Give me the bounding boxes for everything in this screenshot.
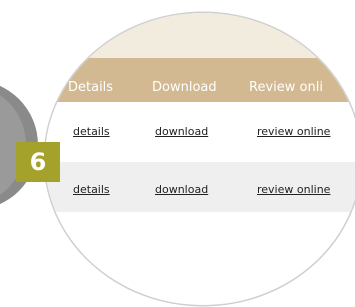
- column-header-review-online: Review onli: [249, 80, 323, 95]
- details-link[interactable]: details: [73, 183, 110, 196]
- step-number-badge: 6: [16, 142, 60, 182]
- download-link[interactable]: download: [155, 183, 208, 196]
- column-header-details: Details: [68, 80, 114, 95]
- magnified-view: Details Download Review onli details dow…: [0, 0, 355, 307]
- download-link[interactable]: download: [155, 125, 208, 138]
- column-header-download: Download: [152, 80, 217, 95]
- details-link[interactable]: details: [73, 125, 110, 138]
- review-online-link[interactable]: review online: [257, 183, 330, 196]
- magnifier-lens: Details Download Review onli details dow…: [45, 13, 355, 305]
- page-top-band: [45, 13, 355, 58]
- review-online-link[interactable]: review online: [257, 125, 330, 138]
- lens-content: Details Download Review onli details dow…: [45, 13, 355, 305]
